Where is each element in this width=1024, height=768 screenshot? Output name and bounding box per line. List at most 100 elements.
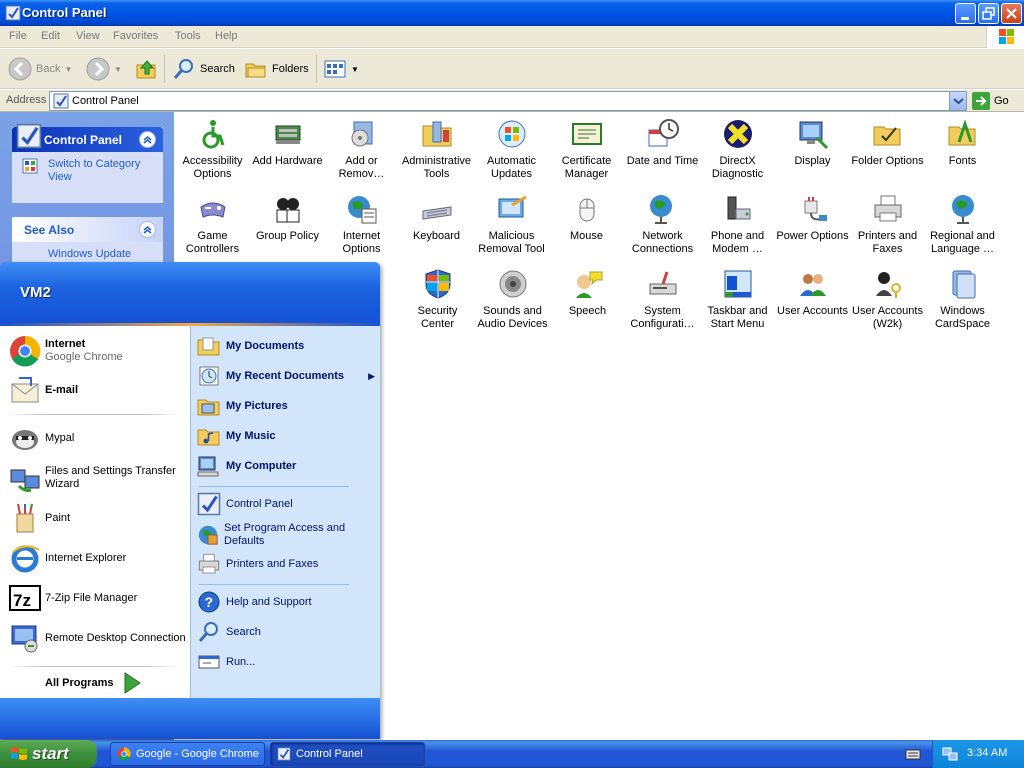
place-my-recent-documents[interactable]: My Recent Documents ▶ xyxy=(197,364,375,388)
recent-internet-explorer[interactable]: Internet Explorer xyxy=(9,542,126,574)
item-add-hardware[interactable]: Add Hardware xyxy=(250,118,325,168)
taskbar-task-control-panel[interactable]: Control Panel xyxy=(270,742,425,766)
control-panel-panel-title: Control Panel xyxy=(44,133,123,147)
place-my-documents-label: My Documents xyxy=(226,339,305,352)
address-dropdown-button[interactable] xyxy=(949,92,966,110)
title-bar[interactable]: Control Panel xyxy=(0,0,1024,26)
pinned-internet[interactable]: Internet Google Chrome xyxy=(9,335,123,367)
place-my-music[interactable]: My Music xyxy=(197,424,276,448)
item-add-remove-programs[interactable]: Add or Remov… xyxy=(324,118,399,181)
back-button[interactable]: Back ▼ xyxy=(8,57,72,81)
maximize-button[interactable] xyxy=(978,3,999,24)
recent-remote-desktop[interactable]: Remote Desktop Connection xyxy=(9,622,186,654)
start-button[interactable]: start xyxy=(0,740,97,768)
keyboard-tray-icon[interactable] xyxy=(905,746,921,762)
menu-help[interactable]: Help xyxy=(215,30,238,42)
network-tray-icon[interactable] xyxy=(942,746,958,762)
item-date-and-time[interactable]: Date and Time xyxy=(625,118,700,168)
item-speech[interactable]: Speech xyxy=(550,268,625,318)
run-icon xyxy=(198,655,220,669)
folder-icon xyxy=(197,337,220,356)
setting-printers-faxes[interactable]: Printers and Faxes xyxy=(197,552,318,576)
item-network-connections[interactable]: Network Connections xyxy=(625,193,700,256)
all-programs-button[interactable]: All Programs xyxy=(45,672,142,694)
item-accessibility-options[interactable]: Accessibility Options xyxy=(175,118,250,181)
item-automatic-updates[interactable]: Automatic Updates xyxy=(474,118,549,181)
item-administrative-tools[interactable]: Administrative Tools xyxy=(399,118,474,181)
recent-7zip[interactable]: 7z 7-Zip File Manager xyxy=(9,582,137,614)
item-keyboard[interactable]: Keyboard xyxy=(399,193,474,243)
user-accounts-w2k-icon xyxy=(875,272,901,298)
item-taskbar-and-start-menu[interactable]: Taskbar and Start Menu xyxy=(700,268,775,331)
item-system-configuration[interactable]: System Configurati… xyxy=(625,268,700,331)
go-button[interactable]: Go xyxy=(972,92,1009,110)
start-run[interactable]: Run... xyxy=(197,650,255,674)
place-my-computer[interactable]: My Computer xyxy=(197,454,296,478)
taskbar-task-chrome[interactable]: Google - Google Chrome xyxy=(110,742,265,766)
item-windows-cardspace[interactable]: Windows CardSpace xyxy=(925,268,1000,331)
item-fonts[interactable]: Fonts xyxy=(925,118,1000,168)
item-folder-options[interactable]: Folder Options xyxy=(850,118,925,168)
item-phone-and-modem[interactable]: Phone and Modem … xyxy=(700,193,775,256)
item-user-accounts[interactable]: User Accounts xyxy=(775,268,850,318)
recent-paint[interactable]: Paint xyxy=(9,502,70,534)
item-mouse[interactable]: Mouse xyxy=(549,193,624,243)
item-directx-diagnostic[interactable]: DirectX Diagnostic xyxy=(700,118,775,181)
control-panel-icon xyxy=(5,5,21,21)
collapse-chevron-icon[interactable] xyxy=(139,221,156,238)
program-access-icon xyxy=(198,525,218,545)
item-label: Malicious Removal Tool xyxy=(478,230,545,255)
switch-category-view-link[interactable]: Switch to Category View xyxy=(12,152,163,192)
windows-update-label: Windows Update xyxy=(48,248,132,260)
item-regional-and-language[interactable]: Regional and Language … xyxy=(925,193,1000,256)
pinned-internet-title: Internet xyxy=(45,338,86,350)
start-search[interactable]: Search xyxy=(197,620,261,644)
menu-tools[interactable]: Tools xyxy=(175,30,201,42)
menu-favorites[interactable]: Favorites xyxy=(113,30,158,42)
control-panel-panel-header[interactable]: Control Panel xyxy=(12,123,163,152)
item-malicious-removal-tool[interactable]: Malicious Removal Tool xyxy=(474,193,549,256)
item-user-accounts-w2k[interactable]: User Accounts (W2k) xyxy=(850,268,925,331)
recent-files-settings-transfer[interactable]: Files and Settings Transfer Wizard xyxy=(9,462,185,494)
up-button[interactable] xyxy=(135,57,159,81)
setting-program-access[interactable]: Set Program Access and Defaults xyxy=(197,522,375,548)
forward-button[interactable]: ▼ xyxy=(86,57,122,81)
item-label: Group Policy xyxy=(256,230,319,242)
place-my-pictures[interactable]: My Pictures xyxy=(197,394,288,418)
help-and-support[interactable]: ? Help and Support xyxy=(197,590,312,614)
address-input[interactable]: Control Panel xyxy=(49,91,967,111)
views-button[interactable]: ▼ xyxy=(323,57,359,81)
item-sounds-and-audio[interactable]: Sounds and Audio Devices xyxy=(475,268,550,331)
setting-control-panel[interactable]: Control Panel xyxy=(197,492,293,516)
item-game-controllers[interactable]: Game Controllers xyxy=(175,193,250,256)
switch-category-view-label: Switch to Category View xyxy=(48,158,141,183)
transfer-wizard-icon xyxy=(10,469,40,492)
item-internet-options[interactable]: Internet Options xyxy=(324,193,399,256)
minimize-button[interactable] xyxy=(955,3,976,24)
close-button[interactable] xyxy=(1001,3,1022,24)
menu-edit[interactable]: Edit xyxy=(41,30,60,42)
place-my-documents[interactable]: My Documents xyxy=(197,334,304,358)
item-security-center[interactable]: Security Center xyxy=(400,268,475,331)
sounds-icon xyxy=(499,270,526,298)
item-power-options[interactable]: Power Options xyxy=(775,193,850,243)
recent-mypal[interactable]: Mypal xyxy=(9,422,74,454)
collapse-chevron-icon[interactable] xyxy=(139,131,156,148)
search-button[interactable]: Search xyxy=(172,57,235,81)
item-label: Regional and Language … xyxy=(930,230,995,255)
item-certificate-manager[interactable]: Certificate Manager xyxy=(549,118,624,181)
window-title: Control Panel xyxy=(22,5,107,20)
item-label: User Accounts xyxy=(777,305,848,317)
chevron-down-icon: ▼ xyxy=(351,64,359,74)
menu-view[interactable]: View xyxy=(76,30,100,42)
go-label: Go xyxy=(994,95,1009,107)
clock[interactable]: 3:34 AM xyxy=(967,747,1007,759)
folders-button[interactable]: Folders xyxy=(244,57,309,81)
item-printers-and-faxes[interactable]: Printers and Faxes xyxy=(850,193,925,256)
item-display[interactable]: Display xyxy=(775,118,850,168)
menu-file[interactable]: File xyxy=(9,30,27,42)
automatic-updates-icon xyxy=(498,120,525,148)
pinned-email[interactable]: E-mail xyxy=(9,374,78,406)
item-group-policy[interactable]: Group Policy xyxy=(250,193,325,243)
see-also-header[interactable]: See Also xyxy=(12,217,163,242)
